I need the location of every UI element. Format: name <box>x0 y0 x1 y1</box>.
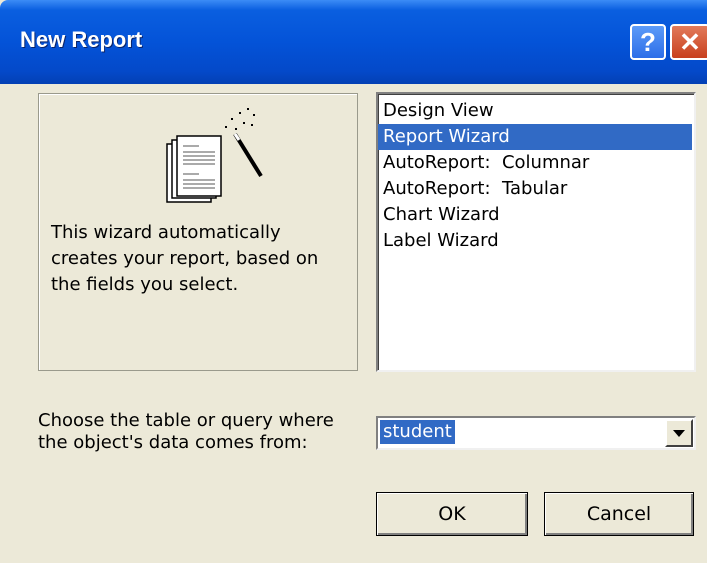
new-report-dialog: New Report ? ✕ This wizard automatically… <box>0 0 707 563</box>
close-button[interactable]: ✕ <box>670 24 707 60</box>
ok-button[interactable]: OK <box>376 492 528 536</box>
help-button[interactable]: ? <box>630 24 666 60</box>
list-item-design-view[interactable]: Design View <box>378 98 692 124</box>
chevron-down-icon <box>673 429 685 437</box>
list-item-label-wizard[interactable]: Label Wizard <box>378 228 692 254</box>
wizard-preview-panel: This wizard automatically creates your r… <box>38 93 358 371</box>
report-wizard-icon <box>166 108 263 203</box>
source-prompt-label: Choose the table or query where the obje… <box>38 410 334 453</box>
close-icon: ✕ <box>679 26 701 57</box>
dialog-title: New Report <box>20 27 143 52</box>
source-table-value[interactable]: student <box>380 420 455 444</box>
source-table-combobox[interactable]: student <box>376 416 696 450</box>
list-item-report-wizard[interactable]: Report Wizard <box>378 124 692 150</box>
help-icon: ? <box>640 26 656 57</box>
list-item-chart-wizard[interactable]: Chart Wizard <box>378 202 692 228</box>
title-bar[interactable]: New Report ? ✕ <box>0 0 707 84</box>
list-item-autoreport-tabular[interactable]: AutoReport: Tabular <box>378 176 692 202</box>
cancel-button[interactable]: Cancel <box>544 492 694 536</box>
report-type-list[interactable]: Design View Report Wizard AutoReport: Co… <box>376 92 696 372</box>
list-item-autoreport-columnar[interactable]: AutoReport: Columnar <box>378 150 692 176</box>
dropdown-button[interactable] <box>665 419 693 447</box>
wizard-description: This wizard automatically creates your r… <box>51 222 319 295</box>
